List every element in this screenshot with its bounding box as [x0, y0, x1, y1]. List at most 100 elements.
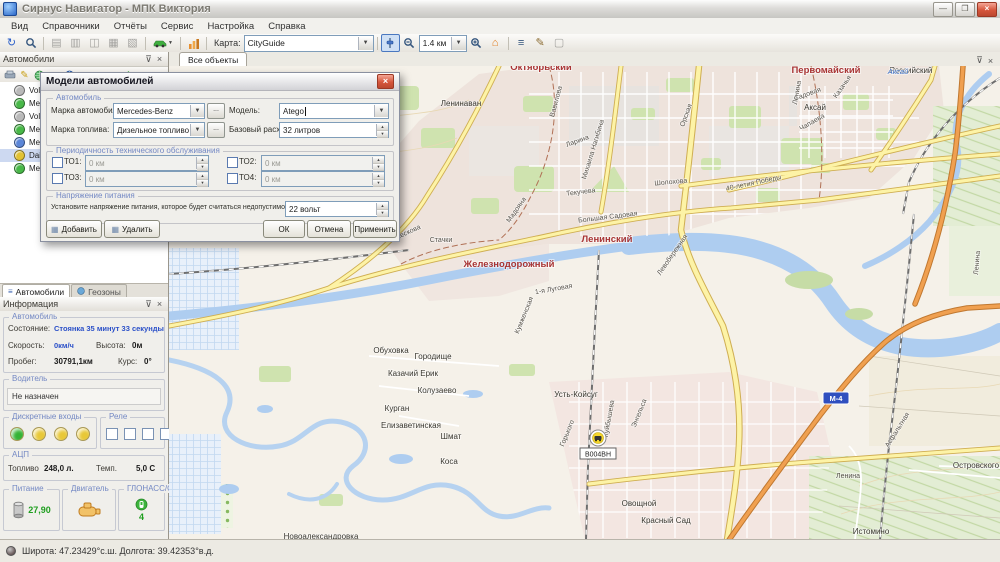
zoom-out-button[interactable] — [400, 34, 419, 52]
copy-icon: ▥ — [66, 34, 85, 52]
vehicle-status-icon — [14, 137, 25, 148]
chevron-down-icon[interactable]: ▼ — [190, 105, 204, 117]
map-select-combo[interactable]: CityGuide ▼ — [244, 35, 374, 52]
map-label: Коса — [440, 457, 458, 466]
menu-settings[interactable]: Настройка — [200, 20, 261, 33]
river-island — [785, 271, 833, 289]
statistics-icon[interactable] — [184, 34, 203, 52]
discrete-input-led — [32, 427, 46, 441]
model-label: Модель: — [229, 106, 260, 115]
edit-button[interactable]: ✎ — [531, 34, 550, 52]
tab-geozones[interactable]: Геозоны — [71, 284, 127, 298]
fuel-combo[interactable]: Дизельное топливо ▼ — [113, 122, 205, 138]
menu-view[interactable]: Вид — [4, 20, 35, 33]
restore-button[interactable]: ❐ — [955, 2, 975, 17]
empty-tool-button: ▢ — [550, 34, 569, 52]
to2-field[interactable]: 0 км ▲▼ — [261, 155, 385, 171]
vehicle-status-icon — [14, 150, 25, 161]
gps-group: ГЛОНАСС/GPS 4 — [118, 489, 165, 531]
edit-brush-icon[interactable]: ✎ — [17, 68, 32, 82]
map-label: Островского — [953, 461, 1000, 470]
device-icon[interactable] — [2, 68, 17, 82]
relay-checkbox[interactable] — [124, 428, 136, 440]
to3-field[interactable]: 0 км ▲▼ — [85, 171, 209, 187]
dialog-title-bar[interactable]: Модели автомобилей × — [41, 73, 399, 91]
chevron-down-icon[interactable]: ▼ — [358, 37, 373, 50]
maintenance-group: Периодичность технического обслуживания … — [46, 151, 394, 191]
to1-checkbox[interactable] — [52, 157, 63, 168]
pin-icon[interactable]: ⊽ — [974, 55, 985, 66]
vehicle-status-icon — [14, 111, 25, 122]
power-value: 27,90 — [28, 505, 51, 515]
add-model-button[interactable]: ▦ Добавить — [46, 220, 102, 238]
refresh-icon[interactable]: ↻ — [2, 34, 21, 52]
map-label: Колузаево — [418, 386, 457, 395]
relay-checkbox[interactable] — [106, 428, 118, 440]
vehicles-panel-header: Автомобили ⊽ × — [0, 52, 168, 67]
close-icon[interactable]: × — [154, 54, 165, 65]
map-label: Казачий Ерик — [388, 369, 439, 378]
to4-field[interactable]: 0 км ▲▼ — [261, 171, 385, 187]
object-list-button[interactable]: ≡ — [512, 34, 531, 52]
remove-model-button[interactable]: ▦ Удалить — [104, 220, 160, 238]
scale-combo[interactable]: 1.4 км ▼ — [419, 35, 467, 52]
search-icon[interactable] — [21, 34, 40, 52]
fuel-browse-button[interactable]: ... — [207, 122, 225, 138]
track-slider-toggle[interactable] — [381, 34, 400, 52]
close-icon[interactable]: × — [154, 299, 165, 310]
consumption-spinner[interactable]: 32 литров ▲▼ — [279, 122, 389, 138]
pin-icon[interactable]: ⊽ — [143, 54, 154, 65]
minimize-button[interactable]: — — [933, 2, 953, 17]
to3-checkbox[interactable] — [52, 173, 63, 184]
table-icon: ▦ — [104, 34, 123, 52]
menu-service[interactable]: Сервис — [154, 20, 201, 33]
chevron-down-icon[interactable]: ▼ — [190, 124, 204, 136]
state-label: Состояние: — [8, 324, 50, 333]
discrete-inputs-group: Дискретные входы — [3, 417, 97, 449]
menu-directories[interactable]: Справочники — [35, 20, 107, 33]
close-button[interactable]: × — [977, 2, 997, 17]
speed-value: 0км/ч — [54, 341, 74, 350]
zoom-in-button[interactable] — [467, 34, 486, 52]
spinner-buttons[interactable]: ▲▼ — [376, 124, 388, 136]
cancel-button[interactable]: Отмена — [307, 220, 351, 238]
toolbar-separator — [206, 37, 207, 50]
adc-group: АЦП Топливо 248,0 л. Темп. 5,0 С — [3, 455, 165, 481]
menu-help[interactable]: Справка — [261, 20, 312, 33]
voltage-spinner[interactable]: 22 вольт ▲▼ — [285, 201, 389, 217]
dialog-close-button[interactable]: × — [377, 74, 394, 89]
model-combo[interactable]: Atego ▼ — [279, 103, 389, 119]
ok-button[interactable]: ОК — [263, 220, 305, 238]
home-view-button[interactable]: ⌂ — [486, 34, 505, 52]
battery-icon — [12, 501, 25, 519]
map-label: Усть-Койсуг — [554, 390, 598, 399]
vehicle-state-group: Автомобиль Состояние: Стоянка 35 минут 3… — [3, 317, 165, 373]
toolbar-separator — [508, 37, 509, 50]
pin-icon[interactable]: ⊽ — [143, 299, 154, 310]
chevron-down-icon[interactable]: ▼ — [451, 37, 466, 50]
to2-checkbox[interactable] — [227, 157, 238, 168]
mileage-value: 30791,1км — [54, 357, 93, 366]
road-badge: М-4 — [823, 392, 849, 404]
menu-reports[interactable]: Отчёты — [107, 20, 154, 33]
svg-text:М-4: М-4 — [830, 394, 844, 403]
relay-row — [106, 428, 172, 440]
relay-checkbox[interactable] — [142, 428, 154, 440]
menu-bar: Вид Справочники Отчёты Сервис Настройка … — [0, 18, 1000, 35]
chevron-down-icon[interactable]: ▼ — [374, 105, 388, 117]
close-icon[interactable]: × — [985, 55, 996, 66]
map-label: Овощной — [622, 499, 657, 508]
brand-browse-button[interactable]: ... — [207, 103, 225, 119]
tab-vehicles[interactable]: ≡ Автомобили — [2, 284, 70, 298]
to4-checkbox[interactable] — [227, 173, 238, 184]
to3-label: ТО3: — [64, 173, 81, 182]
tab-all-objects[interactable]: Все объекты — [179, 52, 247, 66]
vehicle-select-button[interactable]: ▼ — [149, 34, 177, 52]
spinner-buttons[interactable]: ▲▼ — [376, 203, 388, 215]
apply-button[interactable]: Применить — [353, 220, 397, 238]
engine-icon — [76, 501, 102, 519]
map-label: Обуховка — [373, 346, 409, 355]
connection-indicator-icon — [6, 546, 16, 556]
to1-field[interactable]: 0 км ▲▼ — [85, 155, 209, 171]
brand-combo[interactable]: Mercedes-Benz ▼ — [113, 103, 205, 119]
